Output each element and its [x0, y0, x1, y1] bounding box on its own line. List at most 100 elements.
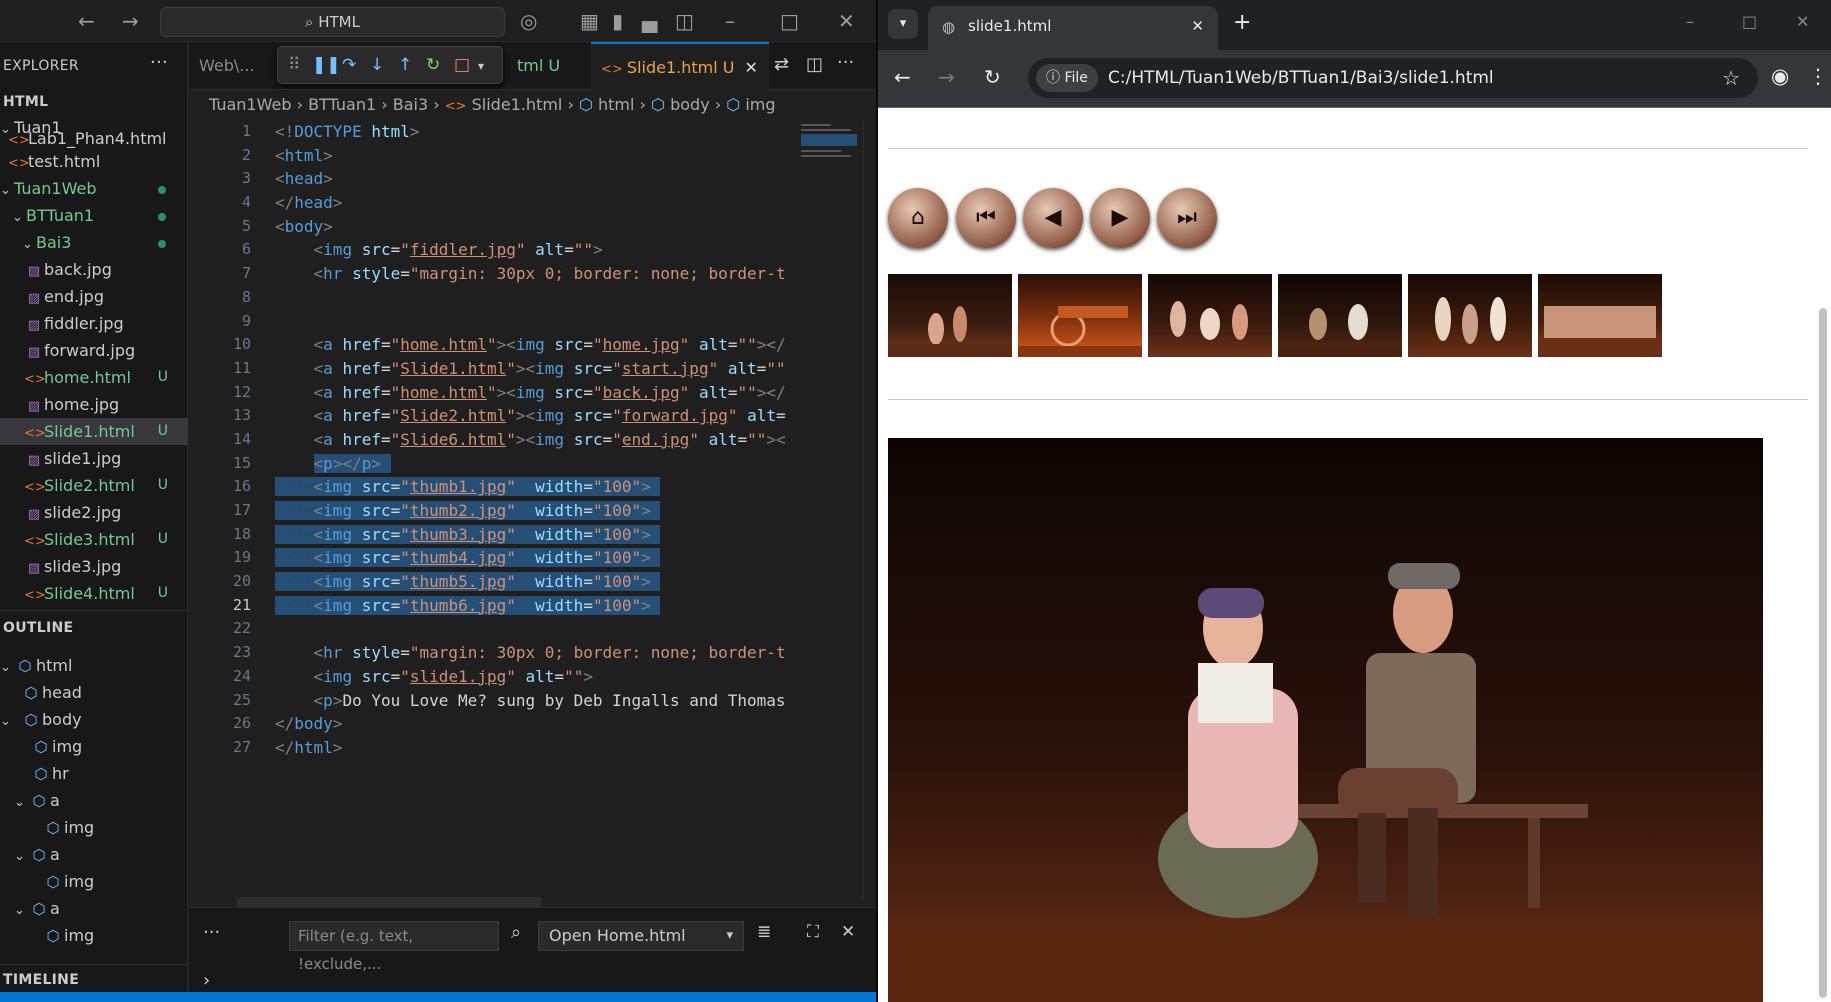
tree-folder[interactable]: ⌄ Bai3: [0, 229, 188, 256]
address-bar[interactable]: ⓘ File C:/HTML/Tuan1Web/BTTuan1/Bai3/sli…: [1028, 58, 1758, 98]
toggle-secondary-icon[interactable]: ◫: [675, 10, 694, 32]
split-editor-icon[interactable]: ◫: [806, 54, 823, 75]
browser-tab[interactable]: ◍ slide1.html ✕: [928, 6, 1218, 50]
code-line[interactable]: <a href="home.html"><img src="home.jpg" …: [275, 333, 785, 357]
back-arrow-icon[interactable]: ←: [894, 65, 911, 89]
compare-icon[interactable]: ⇄: [774, 54, 789, 75]
outline-item[interactable]: ⌄ ⬡ body: [0, 706, 188, 733]
code-line[interactable]: ····<img src="thumb2.jpg" width="100">: [275, 499, 785, 523]
code-line[interactable]: ····<img src="thumb6.jpg" width="100">: [275, 594, 785, 618]
minimap[interactable]: [801, 120, 861, 180]
maximize-panel-icon[interactable]: ⛶: [807, 922, 819, 942]
outline-item[interactable]: ⌄ ⬡ a: [0, 895, 188, 922]
breadcrumb-item[interactable]: html: [598, 95, 634, 114]
tree-file[interactable]: ▨ home.jpg: [0, 391, 188, 418]
breadcrumb-item[interactable]: body: [670, 95, 710, 114]
page-scrollbar[interactable]: [1819, 308, 1827, 998]
step-over-icon[interactable]: ↷: [342, 55, 356, 75]
maximize-icon[interactable]: □: [1742, 12, 1757, 31]
code-line[interactable]: <!DOCTYPE html>: [275, 120, 785, 144]
code-line[interactable]: <head>: [275, 167, 785, 191]
tree-file[interactable]: <>Slide2.html U: [0, 472, 188, 499]
new-tab-icon[interactable]: +: [1233, 10, 1251, 35]
tree-file[interactable]: ▨ slide3.jpg: [0, 553, 188, 580]
code-line[interactable]: <a href="Slide1.html"><img src="start.jp…: [275, 357, 785, 381]
layout-icon[interactable]: ▦: [580, 10, 599, 32]
tree-file[interactable]: ▨ fiddler.jpg: [0, 310, 188, 337]
code-line[interactable]: [275, 286, 785, 310]
outline-item[interactable]: ⌄ ⬡ html: [0, 652, 188, 679]
code-line[interactable]: [275, 310, 785, 334]
outline-item[interactable]: ⬡ img: [0, 733, 188, 760]
horizontal-scrollbar[interactable]: [237, 897, 541, 907]
tree-file[interactable]: ▨ end.jpg: [0, 283, 188, 310]
code-line[interactable]: <p></p>: [275, 452, 785, 476]
filter-input[interactable]: Filter (e.g. text, !exclude,...: [289, 921, 499, 973]
tree-file[interactable]: <>Slide4.html U: [0, 580, 188, 602]
code-line[interactable]: <img src="fiddler.jpg" alt="">: [275, 238, 785, 262]
close-tab-icon[interactable]: ✕: [744, 58, 757, 77]
close-icon[interactable]: ✕: [838, 10, 855, 32]
tree-file[interactable]: ▨ back.jpg: [0, 256, 188, 283]
stop-icon[interactable]: □: [454, 55, 470, 75]
minimize-icon[interactable]: –: [1686, 12, 1694, 31]
tab-slide1[interactable]: <> Slide1.html U ✕: [591, 42, 769, 90]
pause-icon[interactable]: ❚❚: [312, 55, 341, 75]
back-arrow-icon[interactable]: ←: [78, 10, 95, 32]
profile-icon[interactable]: ◉: [1771, 64, 1789, 88]
outline-item[interactable]: ⌄ ⬡ a: [0, 787, 188, 814]
breadcrumb-item[interactable]: img: [745, 95, 775, 114]
tree-folder[interactable]: ⌄ BTTuan1: [0, 202, 188, 229]
clear-console-icon[interactable]: ≣: [757, 922, 771, 942]
step-out-icon[interactable]: ↑: [398, 55, 412, 75]
more-icon[interactable]: ···: [837, 52, 854, 73]
close-panel-icon[interactable]: ✕: [841, 922, 855, 942]
tree-file[interactable]: <>test.html: [0, 148, 188, 175]
code-editor[interactable]: <!DOCTYPE html> <html> <head> </head> <body>…: [275, 120, 785, 760]
code-line[interactable]: ····<img src="thumb5.jpg" width="100">: [275, 570, 785, 594]
tree-file[interactable]: ▨ slide2.jpg: [0, 499, 188, 526]
code-line[interactable]: ····<img src="thumb3.jpg" width="100">: [275, 523, 785, 547]
outline-item[interactable]: ⬡ head: [0, 679, 188, 706]
tab-search-icon[interactable]: ▾: [888, 9, 918, 39]
tree-folder[interactable]: ⌄ Tuan1Web: [0, 175, 188, 202]
outline-item[interactable]: ⌄ ⬡ a: [0, 841, 188, 868]
code-line[interactable]: <a href="Slide6.html"><img src="end.jpg"…: [275, 428, 785, 452]
code-line[interactable]: <hr style="margin: 30px 0; border: none;…: [275, 641, 785, 665]
chevron-down-icon[interactable]: ▾: [478, 59, 484, 73]
tree-file[interactable]: ▨ forward.jpg: [0, 337, 188, 364]
breadcrumb-item[interactable]: Tuan1Web: [209, 95, 292, 114]
forward-arrow-icon[interactable]: →: [938, 65, 955, 89]
home-nav-button[interactable]: ⌂: [888, 188, 948, 248]
end-nav-button[interactable]: ⏭: [1157, 188, 1217, 248]
code-line[interactable]: <html>: [275, 144, 785, 168]
toggle-panel-icon[interactable]: ▄: [642, 10, 657, 32]
code-line[interactable]: <a href="home.html"><img src="back.jpg" …: [275, 381, 785, 405]
more-icon[interactable]: ···: [203, 922, 220, 943]
tab-web[interactable]: Web\...: [189, 42, 265, 90]
forward-nav-button[interactable]: ▶: [1090, 188, 1150, 248]
close-tab-icon[interactable]: ✕: [1191, 6, 1204, 46]
more-icon[interactable]: ···: [150, 54, 168, 72]
outline-item[interactable]: ⬡ hr: [0, 760, 188, 787]
tree-file-selected[interactable]: <>Slide1.html U: [0, 418, 188, 445]
code-line[interactable]: </html>: [275, 736, 785, 760]
code-line[interactable]: ····<img src="thumb1.jpg" width="100">: [275, 475, 785, 499]
chevron-right-icon[interactable]: ›: [203, 970, 210, 991]
close-icon[interactable]: ✕: [1796, 12, 1809, 31]
toggle-sidebar-icon[interactable]: ▮: [612, 10, 623, 32]
back-nav-button[interactable]: ◀: [1023, 188, 1083, 248]
tree-file[interactable]: <>home.html U: [0, 364, 188, 391]
breadcrumb-item[interactable]: BTTuan1: [308, 95, 376, 114]
outline-item[interactable]: ⬡ img: [0, 814, 188, 841]
site-info-chip[interactable]: ⓘ File: [1036, 64, 1098, 92]
code-line[interactable]: <body>: [275, 215, 785, 239]
reload-icon[interactable]: ↻: [984, 65, 1001, 89]
copilot-icon[interactable]: ◎: [520, 10, 537, 32]
breadcrumb-item[interactable]: Slide1.html: [472, 95, 563, 114]
tree-file[interactable]: <>Slide3.html U: [0, 526, 188, 553]
search-icon[interactable]: ⌕: [511, 922, 521, 943]
tree-file[interactable]: ▨ slide1.jpg: [0, 445, 188, 472]
menu-icon[interactable]: ⋮: [1808, 64, 1828, 88]
code-line[interactable]: <a href="Slide2.html"><img src="forward.…: [275, 404, 785, 428]
